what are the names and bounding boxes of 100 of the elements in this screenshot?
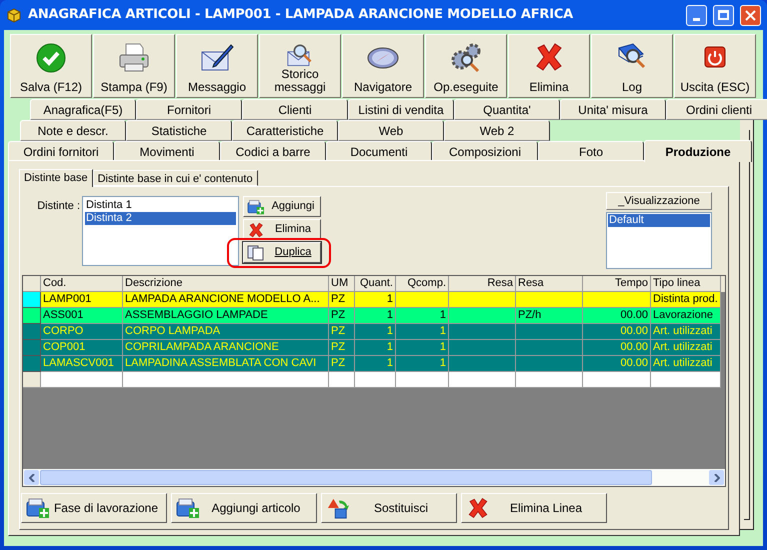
table-cell: Art. utilizzati [651,356,721,372]
tab[interactable]: Movimenti [114,141,220,162]
toolbar-button[interactable]: Elimina [508,34,590,98]
close-icon [745,10,756,20]
tab[interactable]: Unita' misura [560,99,666,120]
table-cell: 1 [355,292,396,308]
tab[interactable]: Produzione [644,140,752,162]
toolbar-button[interactable]: Op.eseguite [425,34,507,98]
list-item[interactable]: Default [608,214,710,227]
table-cell: Art. utilizzati [651,324,721,340]
table-cell: Art. utilizzati [651,340,721,356]
app-icon [6,7,22,23]
table-cell: PZ [329,292,355,308]
tab[interactable]: Ordini fornitori [8,141,114,162]
sub-tab[interactable]: Distinte base [19,169,93,187]
copy-icon [247,244,265,260]
table-cell: PZ [329,340,355,356]
cross-icon [247,222,265,238]
gears-magnifier-icon [449,42,483,74]
tab[interactable]: Web 2 [444,120,550,141]
table-cell: 1 [355,356,396,372]
table-cell: 1 [396,356,449,372]
scroll-right-button[interactable] [709,470,724,485]
table-cell: PZ [329,308,355,324]
tab[interactable]: Quantita' [454,99,560,120]
table-cell: LAMPADA ARANCIONE MODELLO A... [123,292,329,308]
scroll-thumb[interactable] [40,470,652,485]
table-cell: CORPO [41,324,123,340]
row-header[interactable] [23,308,41,324]
action-button[interactable]: Aggiungi articolo [171,493,317,523]
distinte-label: Distinte : [36,199,81,214]
box-plus-icon [26,497,50,519]
tab[interactable]: Listini di vendita [348,99,454,120]
minimize-button[interactable] [686,4,707,26]
sub-tab[interactable]: Distinte base in cui e' contenuto [92,170,258,186]
table-cell: LAMP001 [41,292,123,308]
action-button[interactable]: Sostituisci [321,493,457,523]
tab[interactable]: Clienti [242,99,348,120]
tab[interactable]: Codici a barre [220,141,326,162]
table-cell: 00.00 [583,308,651,324]
table-cell: COP001 [41,340,123,356]
cross-icon [466,497,490,519]
toolbar-button[interactable]: Navigatore [342,34,424,98]
distinte-button[interactable]: Elimina [243,219,321,240]
distinte-list[interactable]: Distinta 1 Distinta 2 [82,196,239,266]
tab[interactable]: Documenti [326,141,432,162]
toolbar-button[interactable]: Messaggio [176,34,258,98]
tab[interactable]: Anagrafica(F5) [30,99,136,120]
maximize-button[interactable] [713,4,734,26]
visualizzazione-list[interactable]: Default [606,212,712,269]
table-cell: ASSEMBLAGGIO LAMPADE [123,308,329,324]
tab[interactable]: Statistiche [126,120,232,141]
tab[interactable]: Ordini clienti [666,99,767,120]
box-plus-icon [247,198,265,214]
tab[interactable]: Caratteristiche [232,120,338,141]
table-cell: Lavorazione [651,308,721,324]
toolbar-button[interactable]: Uscita (ESC) [674,34,756,98]
horizontal-scrollbar[interactable] [23,469,725,486]
check-circle-icon [35,42,67,74]
table-cell: CORPO LAMPADA [123,324,329,340]
table-cell: PZ [329,356,355,372]
tab[interactable]: Composizioni [432,141,538,162]
table-cell: 00.00 [583,340,651,356]
table-cell: Distinta prod. [651,292,721,308]
scroll-left-button[interactable] [24,470,39,485]
window-title: ANAGRAFICA ARTICOLI - LAMP001 - LAMPADA ARANCIONE MODELLO AFRICA [28,6,574,24]
printer-icon [117,42,151,74]
table-cell: 00.00 [583,324,651,340]
close-button[interactable] [740,4,761,26]
table-cell: LAMPADINA ASSEMBLATA CON CAVI [123,356,329,372]
table-cell: PZ [329,324,355,340]
table-cell: 1 [396,324,449,340]
list-item[interactable]: Distinta 1 [85,199,236,212]
list-item[interactable]: Distinta 2 [85,212,236,225]
tab[interactable]: Foto [538,141,644,162]
tab[interactable]: Note e descr. [20,120,126,141]
distinte-button[interactable]: Duplica [243,242,321,263]
table-cell: 1 [355,324,396,340]
action-button[interactable]: Fase di lavorazione [21,493,167,523]
visualizzazione-header[interactable]: _Visualizzazione [606,192,712,210]
table-cell: 1 [355,308,396,324]
distinte-button[interactable]: Aggiungi [243,196,321,217]
table-cell: COPRILAMPADA ARANCIONE [123,340,329,356]
toolbar-button[interactable]: Storico messaggi [259,34,341,98]
tab[interactable]: Web [338,120,444,141]
box-plus-icon [176,497,200,519]
table-cell: ASS001 [41,308,123,324]
table-cell: 1 [396,308,449,324]
cross-icon [534,42,564,72]
toolbar-button[interactable]: Salva (F12) [10,34,92,98]
action-button[interactable]: Elimina Linea [461,493,607,523]
swap-arrows-icon [326,497,350,519]
toolbar-button[interactable]: Log [591,34,673,98]
table-cell: 1 [355,340,396,356]
table-cell: PZ/h [516,308,583,324]
table-cell: 1 [396,340,449,356]
row-header[interactable] [23,292,41,308]
tab[interactable]: Fornitori [136,99,242,120]
table-cell: LAMASCV001 [41,356,123,372]
toolbar-button[interactable]: Stampa (F9) [93,34,175,98]
